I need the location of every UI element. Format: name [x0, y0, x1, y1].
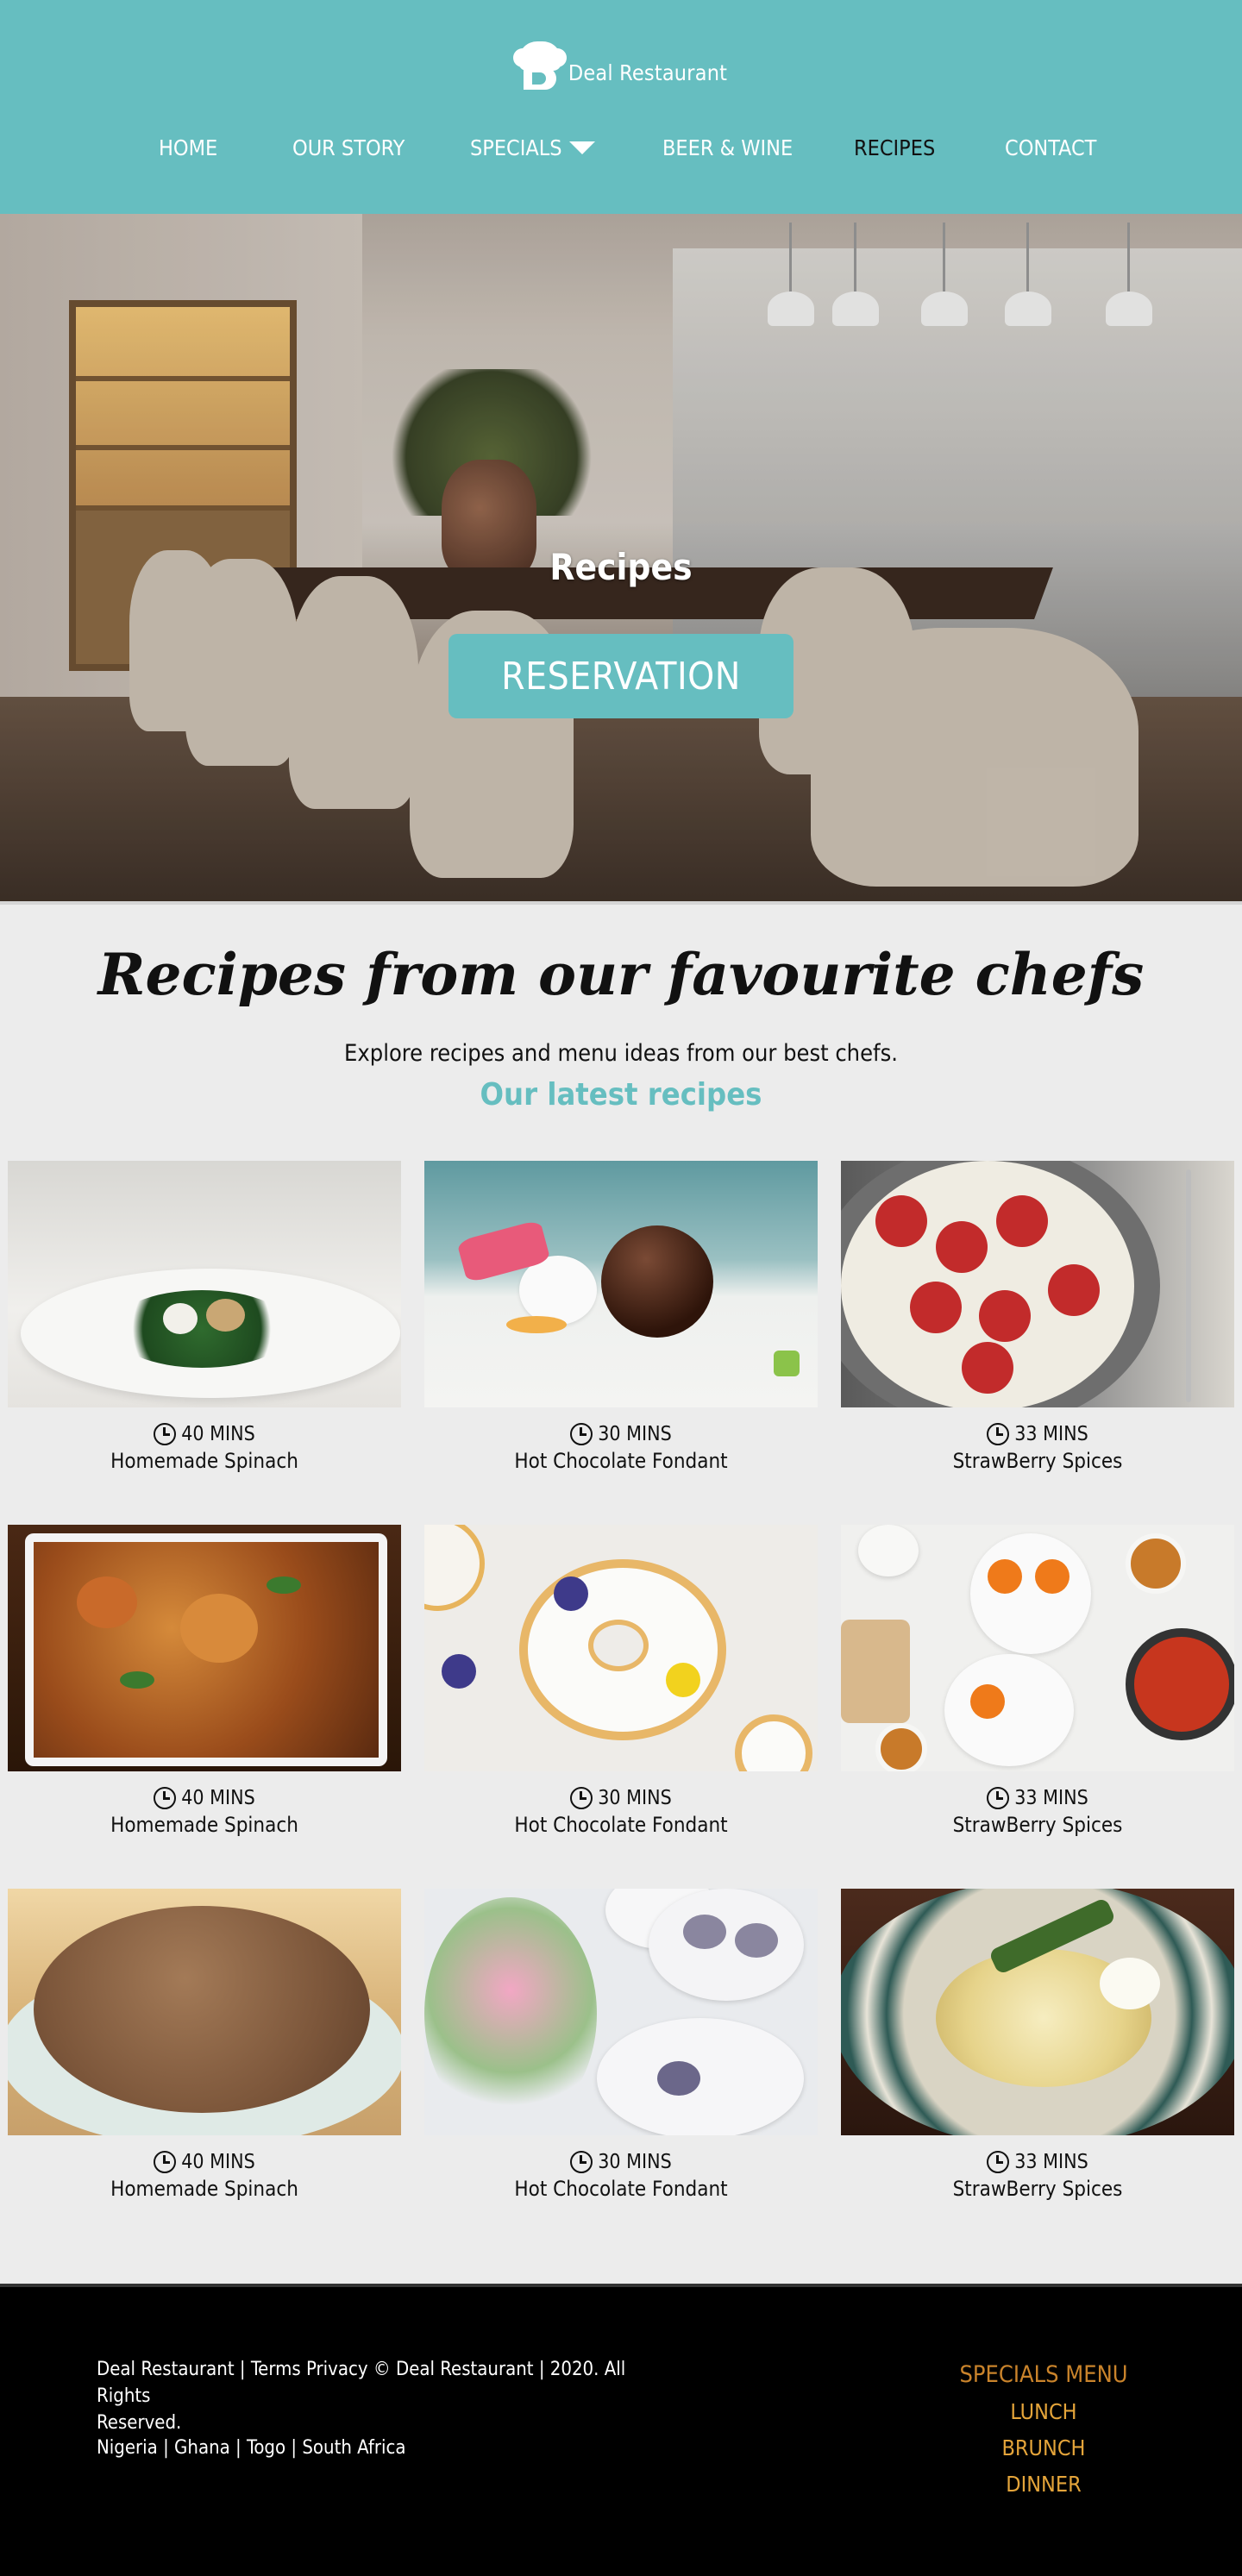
menu-dinner[interactable]: DINNER — [949, 2472, 1138, 2497]
section-title: Recipes from our favourite chefs — [97, 941, 1145, 1008]
nav-home[interactable]: HOME — [159, 135, 217, 160]
clock-icon — [154, 2151, 177, 2173]
recipe-card[interactable]: 30 MINS Hot Chocolate Fondant — [424, 1525, 818, 1837]
recipe-name: StrawBerry Spices — [952, 1449, 1123, 1473]
reservation-button[interactable]: RESERVATION — [448, 634, 794, 718]
recipe-name: StrawBerry Spices — [952, 1813, 1123, 1837]
recipe-time: 33 MINS — [841, 1423, 1234, 1445]
footer-legal: Deal Restaurant | Terms Privacy © Deal R… — [97, 2356, 683, 2436]
recipe-time-value: 30 MINS — [598, 2151, 672, 2173]
clock-icon — [570, 2151, 593, 2173]
nav-specials-label: SPECIALS — [470, 135, 562, 160]
chevron-down-icon — [568, 141, 595, 154]
latest-recipes-heading: Our latest recipes — [480, 1077, 762, 1113]
recipe-name: Hot Chocolate Fondant — [514, 1449, 728, 1473]
recipe-card[interactable]: 30 MINS Hot Chocolate Fondant — [424, 1889, 818, 2201]
clock-icon — [570, 1423, 593, 1445]
recipe-time: 33 MINS — [841, 1787, 1234, 1809]
clock-icon — [987, 1423, 1010, 1445]
recipe-card[interactable]: 40 MINS Homemade Spinach — [8, 1161, 401, 1473]
nav-contact[interactable]: CONTACT — [1005, 135, 1096, 160]
recipe-image[interactable] — [8, 1889, 401, 2135]
recipe-time: 40 MINS — [8, 2151, 401, 2173]
recipe-card[interactable]: 40 MINS Homemade Spinach — [8, 1525, 401, 1837]
recipe-image[interactable] — [841, 1525, 1234, 1771]
recipe-time: 30 MINS — [424, 1423, 818, 1445]
recipe-time-value: 33 MINS — [1014, 2151, 1088, 2173]
recipe-image[interactable] — [424, 1889, 818, 2135]
recipe-time-value: 40 MINS — [181, 2151, 255, 2173]
recipe-name: Homemade Spinach — [110, 1813, 298, 1837]
site-header: Deal Restaurant HOME OUR STORY SPECIALS … — [0, 0, 1242, 214]
recipe-card[interactable]: 30 MINS Hot Chocolate Fondant — [424, 1161, 818, 1473]
recipe-name: Homemade Spinach — [110, 2177, 298, 2201]
recipe-time: 33 MINS — [841, 2151, 1234, 2173]
recipe-name: Hot Chocolate Fondant — [514, 2177, 728, 2201]
recipe-time-value: 33 MINS — [1014, 1787, 1088, 1809]
recipe-image[interactable] — [424, 1525, 818, 1771]
recipe-image[interactable] — [8, 1161, 401, 1407]
chef-hat-icon — [512, 41, 567, 91]
recipe-time: 30 MINS — [424, 1787, 818, 1809]
specials-menu: SPECIALS MENU LUNCH BRUNCH DINNER — [949, 2361, 1138, 2497]
recipe-time: 40 MINS — [8, 1787, 401, 1809]
recipe-card[interactable]: 33 MINS StrawBerry Spices — [841, 1161, 1234, 1473]
clock-icon — [570, 1787, 593, 1809]
recipe-image[interactable] — [841, 1889, 1234, 2135]
recipe-image[interactable] — [841, 1161, 1234, 1407]
section-intro: Explore recipes and menu ideas from our … — [344, 1040, 898, 1067]
recipe-card[interactable]: 40 MINS Homemade Spinach — [8, 1889, 401, 2201]
nav-recipes[interactable]: RECIPES — [854, 135, 935, 160]
nav-beer-wine[interactable]: BEER & WINE — [662, 135, 793, 160]
menu-brunch[interactable]: BRUNCH — [949, 2435, 1138, 2460]
nav-specials[interactable]: SPECIALS — [470, 135, 595, 160]
hero-banner: Recipes RESERVATION — [0, 214, 1242, 901]
brand-name: Deal Restaurant — [568, 60, 728, 85]
site-footer: Deal Restaurant | Terms Privacy © Deal R… — [0, 2284, 1242, 2576]
clock-icon — [987, 1787, 1010, 1809]
recipe-time-value: 33 MINS — [1014, 1423, 1088, 1445]
recipe-time: 40 MINS — [8, 1423, 401, 1445]
clock-icon — [987, 2151, 1010, 2173]
clock-icon — [154, 1787, 177, 1809]
brand-logo[interactable]: Deal Restaurant — [0, 41, 1242, 91]
clock-icon — [154, 1423, 177, 1445]
specials-menu-title: SPECIALS MENU — [959, 2361, 1128, 2388]
recipe-image[interactable] — [424, 1161, 818, 1407]
recipes-section: Recipes from our favourite chefs Explore… — [0, 901, 1242, 2284]
recipe-name: StrawBerry Spices — [952, 2177, 1123, 2201]
footer-countries: Nigeria | Ghana | Togo | South Africa — [97, 2437, 406, 2459]
nav-our-story[interactable]: OUR STORY — [292, 135, 405, 160]
recipe-time-value: 30 MINS — [598, 1787, 672, 1809]
recipe-name: Homemade Spinach — [110, 1449, 298, 1473]
footer-legal-line1[interactable]: Deal Restaurant | Terms Privacy © Deal R… — [97, 2356, 683, 2410]
recipe-time-value: 30 MINS — [598, 1423, 672, 1445]
recipe-name: Hot Chocolate Fondant — [514, 1813, 728, 1837]
recipe-time: 30 MINS — [424, 2151, 818, 2173]
recipe-card[interactable]: 33 MINS StrawBerry Spices — [841, 1525, 1234, 1837]
recipe-time-value: 40 MINS — [181, 1787, 255, 1809]
hero-title: Recipes — [549, 546, 693, 588]
footer-legal-line2: Reserved. — [97, 2412, 182, 2434]
recipe-image[interactable] — [8, 1525, 401, 1771]
recipe-card[interactable]: 33 MINS StrawBerry Spices — [841, 1889, 1234, 2201]
recipe-time-value: 40 MINS — [181, 1423, 255, 1445]
menu-lunch[interactable]: LUNCH — [949, 2399, 1138, 2424]
